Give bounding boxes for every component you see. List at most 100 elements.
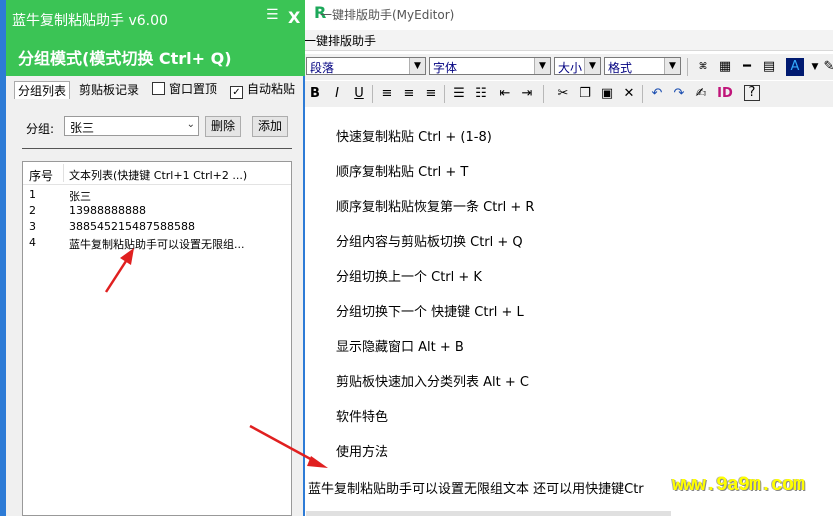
size-combo-value: 大小 bbox=[558, 61, 583, 75]
auto-paste-checkbox[interactable]: ✓ 自动粘贴 bbox=[230, 82, 295, 99]
checkbox-unchecked-icon bbox=[152, 82, 165, 95]
web-link-icon[interactable]: ⌘ bbox=[694, 58, 712, 76]
indent-icon[interactable]: ⇥ bbox=[518, 85, 536, 103]
row-number: 1 bbox=[29, 188, 36, 201]
content-line-last: 蓝牛复制粘贴助手可以设置无限组文本 还可以用快捷键Ctr bbox=[308, 482, 644, 497]
list-header-text: 文本列表(快捷键 Ctrl+1 Ctrl+2 ...) bbox=[69, 169, 248, 182]
table-row[interactable]: 1 张三 bbox=[23, 188, 291, 203]
paste-icon[interactable]: ▣ bbox=[598, 85, 616, 103]
table-row[interactable]: 2 13988888888 bbox=[23, 204, 291, 219]
paragraph-combo-value: 段落 bbox=[310, 61, 335, 75]
checkbox-checked-icon: ✓ bbox=[230, 86, 243, 99]
numbered-list-icon[interactable]: ☰ bbox=[450, 85, 468, 103]
stay-on-top-label: 窗口置顶 bbox=[169, 82, 218, 96]
delete-icon[interactable]: ✕ bbox=[620, 85, 638, 103]
stay-on-top-checkbox[interactable]: 窗口置顶 bbox=[152, 82, 217, 96]
site-watermark: www.9a9m.com bbox=[672, 474, 805, 497]
edit-toolbar: B I U ≡ ≡ ≡ ☰ ☷ ⇤ ⇥ ✂ ❐ ▣ ✕ ↶ ↷ ✍ ID ? bbox=[298, 81, 833, 107]
underline-icon[interactable]: U bbox=[350, 85, 368, 103]
format-toolbar: 段落 ▼ 字体 ▼ 大小 ▼ 格式 ▼ ⌘ ▦ ━ ▤ A ▼ ✎ bbox=[298, 54, 833, 80]
tab-clipboard-history[interactable]: 剪贴板记录 bbox=[76, 81, 142, 99]
list-header: 序号 文本列表(快捷键 Ctrl+1 Ctrl+2 ...) bbox=[23, 162, 291, 185]
row-number: 4 bbox=[29, 236, 36, 249]
copy-icon[interactable]: ❐ bbox=[576, 85, 594, 103]
helper-window: 蓝牛复制粘贴助手 v6.00 ☰ X 分组模式(模式切换 Ctrl+ Q) 分组… bbox=[0, 0, 305, 516]
content-line: 软件特色 bbox=[336, 410, 389, 425]
text-list[interactable]: 序号 文本列表(快捷键 Ctrl+1 Ctrl+2 ...) 1 张三 2 13… bbox=[22, 161, 292, 516]
toolbar-divider bbox=[687, 58, 688, 76]
image-icon[interactable]: ▦ bbox=[716, 58, 734, 76]
bold-icon[interactable]: B bbox=[306, 85, 324, 103]
table-row[interactable]: 3 388545215487588588 bbox=[23, 220, 291, 235]
font-color-icon[interactable]: A bbox=[786, 58, 804, 76]
chevron-down-icon: ▼ bbox=[664, 58, 680, 74]
group-label: 分组: bbox=[26, 122, 55, 136]
helper-body: 分组列表 剪贴板记录 窗口置顶 ✓ 自动粘贴 分组: 张三 ⌄ 删除 添加 序号 … bbox=[6, 76, 303, 516]
redo-icon[interactable]: ↷ bbox=[670, 85, 688, 103]
toolbar-divider bbox=[444, 85, 445, 103]
chevron-down-icon: ▼ bbox=[584, 58, 600, 74]
mode-toggle-text[interactable]: 分组模式(模式切换 Ctrl+ Q) bbox=[18, 45, 232, 69]
content-line: 分组切换下一个 快捷键 Ctrl + L bbox=[336, 305, 524, 320]
editor-content[interactable]: 快速复制粘贴 Ctrl + (1-8) 顺序复制粘贴 Ctrl + T 顺序复制… bbox=[298, 110, 833, 516]
paragraph-combo[interactable]: 段落 ▼ bbox=[306, 57, 426, 75]
divider bbox=[22, 148, 292, 149]
editor-titlebar: R 一键排版助手(MyEditor) bbox=[298, 0, 833, 28]
id-icon[interactable]: ID bbox=[716, 85, 734, 103]
toolbar-divider bbox=[543, 85, 544, 103]
italic-icon[interactable]: I bbox=[328, 85, 346, 103]
editor-menubar: 一键排版助手 bbox=[298, 30, 833, 51]
outdent-icon[interactable]: ⇤ bbox=[496, 85, 514, 103]
close-button[interactable]: X bbox=[288, 8, 300, 27]
content-line: 剪贴板快速加入分类列表 Alt + C bbox=[336, 375, 529, 390]
editor-window: R 一键排版助手(MyEditor) 一键排版助手 段落 ▼ 字体 ▼ 大小 ▼… bbox=[298, 0, 833, 516]
menu-item-editor[interactable]: 一键排版助手 bbox=[304, 32, 376, 49]
align-left-icon[interactable]: ≡ bbox=[378, 85, 396, 103]
pen-icon[interactable]: ✎ bbox=[820, 58, 833, 76]
table-row[interactable]: 4 蓝牛复制粘贴助手可以设置无限组... bbox=[23, 236, 291, 251]
content-line: 快速复制粘贴 Ctrl + (1-8) bbox=[336, 130, 492, 145]
content-line: 顺序复制粘贴 Ctrl + T bbox=[336, 165, 469, 180]
content-line: 分组内容与剪贴板切换 Ctrl + Q bbox=[336, 235, 523, 250]
align-center-icon[interactable]: ≡ bbox=[400, 85, 418, 103]
hamburger-menu-icon[interactable]: ☰ bbox=[266, 7, 279, 23]
delete-button[interactable]: 删除 bbox=[205, 116, 241, 137]
auto-paste-label: 自动粘贴 bbox=[247, 82, 296, 96]
undo-icon[interactable]: ↶ bbox=[648, 85, 666, 103]
horizontal-scrollbar[interactable] bbox=[306, 511, 671, 516]
help-icon[interactable]: ? bbox=[744, 85, 760, 101]
bullet-list-icon[interactable]: ☷ bbox=[472, 85, 490, 103]
font-combo-value: 字体 bbox=[433, 61, 458, 75]
align-right-icon[interactable]: ≡ bbox=[422, 85, 440, 103]
content-line: 使用方法 bbox=[336, 445, 389, 460]
group-select[interactable]: 张三 ⌄ bbox=[64, 116, 199, 136]
editor-title: 一键排版助手(MyEditor) bbox=[320, 8, 455, 22]
edit-note-icon[interactable]: ✍ bbox=[692, 85, 710, 103]
horizontal-rule-icon[interactable]: ━ bbox=[738, 58, 756, 76]
add-button[interactable]: 添加 bbox=[252, 116, 288, 137]
tab-group-list[interactable]: 分组列表 bbox=[14, 81, 71, 99]
cut-icon[interactable]: ✂ bbox=[554, 85, 572, 103]
font-combo[interactable]: 字体 ▼ bbox=[429, 57, 551, 75]
format-combo[interactable]: 格式 ▼ bbox=[604, 57, 681, 75]
content-line: 分组切换上一个 Ctrl + K bbox=[336, 270, 482, 285]
toolbar-divider bbox=[372, 85, 373, 103]
chevron-down-icon: ▼ bbox=[409, 58, 425, 74]
chevron-down-icon: ▼ bbox=[534, 58, 550, 74]
row-number: 2 bbox=[29, 204, 36, 217]
size-combo[interactable]: 大小 ▼ bbox=[554, 57, 601, 75]
content-line: 顺序复制粘贴恢复第一条 Ctrl + R bbox=[336, 200, 535, 215]
row-number: 3 bbox=[29, 220, 36, 233]
group-select-value: 张三 bbox=[70, 121, 95, 135]
table-icon[interactable]: ▤ bbox=[760, 58, 778, 76]
content-line: 显示隐藏窗口 Alt + B bbox=[336, 340, 464, 355]
helper-title: 蓝牛复制粘贴助手 v6.00 bbox=[12, 13, 168, 29]
chevron-down-icon: ⌄ bbox=[186, 119, 195, 130]
row-text: 388545215487588588 bbox=[69, 220, 195, 233]
format-combo-value: 格式 bbox=[608, 61, 633, 75]
row-text: 蓝牛复制粘贴助手可以设置无限组... bbox=[69, 238, 245, 251]
column-divider bbox=[63, 164, 64, 182]
toolbar-divider bbox=[642, 85, 643, 103]
row-text: 张三 bbox=[69, 190, 91, 203]
list-header-no: 序号 bbox=[29, 169, 54, 183]
